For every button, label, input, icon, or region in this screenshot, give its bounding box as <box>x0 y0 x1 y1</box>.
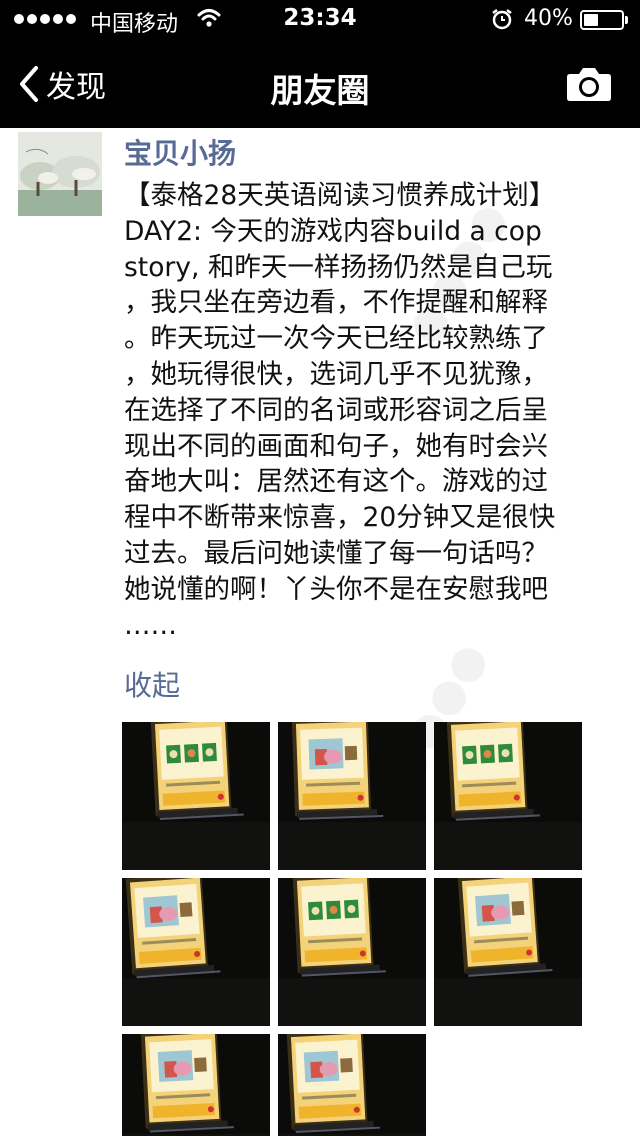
collapse-link[interactable]: 收起 <box>124 664 180 704</box>
photo-image <box>122 878 270 1026</box>
photo-image <box>434 722 582 870</box>
post-photo[interactable] <box>278 878 426 1026</box>
post-photo[interactable] <box>122 878 270 1026</box>
avatar[interactable] <box>18 132 102 216</box>
post-photo[interactable] <box>122 1034 270 1136</box>
battery-percent: 40% <box>524 6 573 31</box>
post-text-line: story, 和昨天一样扬扬仍然是自己玩 <box>124 251 553 283</box>
post-photo[interactable] <box>434 878 582 1026</box>
photo-image <box>278 878 426 1026</box>
post-photo[interactable] <box>278 722 426 870</box>
post-text-line: DAY2: 今天的游戏内容build a cop <box>124 215 542 247</box>
post-text-line: 她说懂的啊！丫头你不是在安慰我吧 <box>124 573 548 605</box>
post-text-line: 奋地大叫：居然还有这个。游戏的过 <box>124 466 548 498</box>
photo-image <box>278 1034 426 1136</box>
alarm-icon <box>490 7 514 35</box>
post-photo[interactable] <box>122 722 270 870</box>
post-text-line: 在选择了不同的名词或形容词之后呈 <box>124 394 548 426</box>
post-author-name[interactable]: 宝贝小扬 <box>124 132 236 172</box>
photo-image <box>122 722 270 870</box>
photo-image <box>122 1034 270 1136</box>
battery-nub <box>625 16 628 24</box>
post-photo[interactable] <box>434 722 582 870</box>
post-text-line: ，我只坐在旁边看，不作提醒和解释 <box>124 287 548 319</box>
moments-feed: ●●●● ●●●● 宝贝小扬 【泰格28天英语阅读习惯养成计划】 DAY2: 今… <box>0 128 640 1136</box>
photo-image <box>278 722 426 870</box>
battery-fill <box>584 14 598 26</box>
page-title: 朋友圈 <box>270 71 370 110</box>
post-photo[interactable] <box>278 1034 426 1136</box>
camera-button[interactable] <box>566 66 612 106</box>
post-text-line: 现出不同的画面和句子，她有时会兴 <box>124 430 548 462</box>
photo-image <box>434 878 582 1026</box>
nav-bar: 发现 朋友圈 <box>0 40 640 128</box>
avatar-image <box>18 132 102 216</box>
post-text: 【泰格28天英语阅读习惯养成计划】 DAY2: 今天的游戏内容build a c… <box>124 178 634 643</box>
post-text-line: 程中不断带来惊喜，20分钟又是很快 <box>124 502 556 534</box>
post-text-line: …… <box>124 609 177 641</box>
camera-icon <box>567 68 611 101</box>
post-text-line: 。昨天玩过一次今天已经比较熟练了 <box>124 323 548 355</box>
battery-icon <box>580 10 624 30</box>
post-text-line: ，她玩得很快，选词几乎不见犹豫， <box>124 358 548 390</box>
status-bar: 中国移动 23:34 40% <box>0 0 640 40</box>
post-text-line: 过去。最后问她读懂了每一句话吗？ <box>124 537 548 569</box>
post-text-line: 【泰格28天英语阅读习惯养成计划】 <box>124 180 556 211</box>
